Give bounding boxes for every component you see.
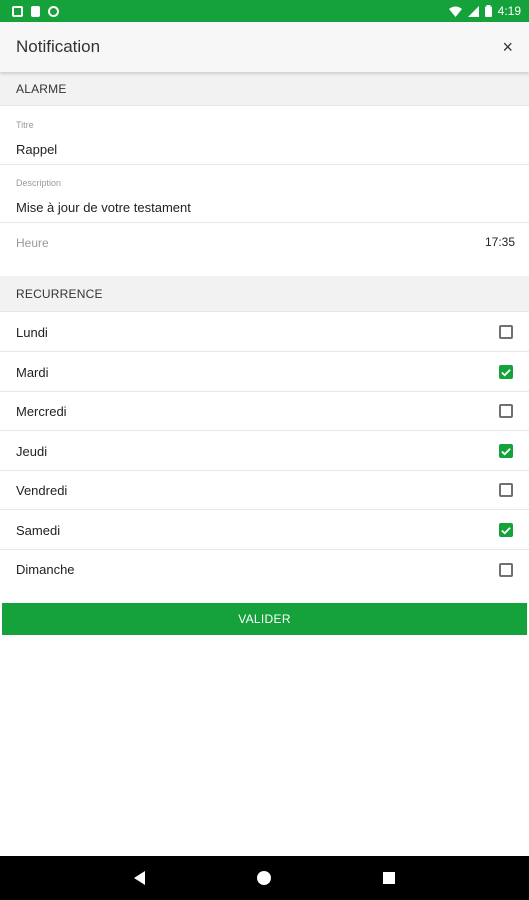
sd-card-icon [31, 5, 40, 17]
day-row-lundi[interactable]: Lundi [0, 313, 529, 352]
status-bar: 4:19 [0, 0, 529, 22]
checkmark-icon [501, 526, 511, 535]
day-row-dimanche[interactable]: Dimanche [0, 550, 529, 589]
title-field-value[interactable]: Rappel [16, 142, 57, 157]
back-icon[interactable] [134, 871, 145, 885]
day-label: Lundi [16, 324, 48, 340]
battery-icon [484, 5, 492, 17]
samedi-checkbox[interactable] [499, 523, 513, 537]
day-label: Mardi [16, 364, 49, 380]
notification-square-icon [12, 5, 23, 17]
valider-button[interactable]: VALIDER [2, 603, 527, 635]
lundi-checkbox[interactable] [499, 325, 513, 339]
day-label: Mercredi [16, 403, 67, 419]
day-row-samedi[interactable]: Samedi [0, 511, 529, 550]
signal-icon [467, 5, 479, 17]
time-field[interactable]: Heure 17:35 [0, 223, 529, 265]
home-icon[interactable] [257, 871, 271, 885]
recurrence-section-header: RECURRENCE [0, 276, 529, 312]
page-title: Notification [16, 37, 101, 56]
day-label: Jeudi [16, 443, 48, 459]
alarm-section-header: ALARME [0, 72, 529, 106]
day-row-mardi[interactable]: Mardi [0, 353, 529, 392]
wifi-icon [448, 6, 462, 17]
status-icons-right: 4:19 [448, 4, 521, 18]
dimanche-checkbox[interactable] [499, 562, 513, 577]
mercredi-checkbox[interactable] [499, 404, 513, 418]
mardi-checkbox[interactable] [499, 365, 513, 379]
system-nav-bar [0, 856, 529, 900]
day-row-vendredi[interactable]: Vendredi [0, 471, 529, 510]
day-row-jeudi[interactable]: Jeudi [0, 432, 529, 471]
description-field-value[interactable]: Mise à jour de votre testament [16, 200, 191, 215]
day-label: Vendredi [16, 482, 68, 498]
recent-apps-icon[interactable] [383, 872, 395, 884]
day-row-mercredi[interactable]: Mercredi [0, 392, 529, 431]
time-field-value[interactable]: 17:35 [485, 235, 515, 249]
title-field[interactable]: Titre Rappel [0, 107, 529, 165]
status-time: 4:19 [497, 4, 521, 18]
day-label: Samedi [16, 522, 61, 538]
description-field-label: Description [16, 178, 62, 188]
notification-screen: 4:19 Notification × ALARME Titre Rappel … [0, 0, 529, 900]
close-button[interactable]: × [502, 37, 513, 58]
checkmark-icon [501, 368, 511, 377]
checkmark-icon [501, 447, 511, 456]
day-label: Dimanche [16, 562, 75, 577]
vendredi-checkbox[interactable] [499, 483, 513, 497]
title-field-label: Titre [16, 120, 34, 130]
time-field-label: Heure [16, 236, 49, 250]
app-bar: Notification × [0, 22, 529, 72]
sync-circle-icon [48, 5, 59, 17]
status-icons-left [12, 5, 59, 17]
description-field[interactable]: Description Mise à jour de votre testame… [0, 165, 529, 223]
jeudi-checkbox[interactable] [499, 444, 513, 458]
